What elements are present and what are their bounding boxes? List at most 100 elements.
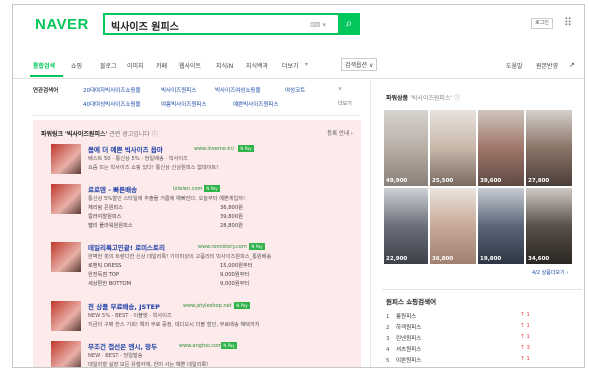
price-label[interactable]: 컬러야할원피스 — [88, 214, 121, 220]
ranking-item[interactable]: 2 하객원피스 ↑ 1 — [386, 323, 536, 331]
price-row[interactable]: 컬러야할원피스 39,800원 — [88, 213, 268, 220]
ad-url[interactable]: www.jstyleshop.net — [183, 303, 232, 309]
tab-blog[interactable]: 블로그 — [100, 61, 117, 70]
ad-item[interactable]: 전 상품 무료배송, JSTEP www.jstyleshop.net N Pa… — [51, 301, 351, 335]
ad-url[interactable]: www.loveme.kr/ — [194, 146, 234, 152]
related-link[interactable]: 40대여성빅사이즈쇼핑몰 — [83, 100, 141, 108]
tab-all[interactable]: 통합검색 — [33, 61, 55, 70]
keyboard-icon[interactable]: ⌨ ▾ — [310, 21, 326, 29]
search-nav: 통합검색 쇼핑 블로그 이미지 카페 웹사이트 지식iN 지식백과 더보기 ▾ … — [13, 45, 584, 79]
rank-change: ↑ 1 — [520, 334, 530, 340]
ad-item[interactable]: 로로덴 - 빠른배송 lotelen.com N Pay 통신상 5%할인 스타… — [51, 184, 351, 234]
ad-url[interactable]: lotelen.com — [173, 186, 202, 192]
product-tile[interactable]: 25,500 — [430, 110, 476, 186]
ad-url[interactable]: www.romistory.com — [198, 244, 247, 250]
ad-item[interactable]: 무조건 접선은 엔시, 망두 www.angtoo.com N Pay NEW … — [51, 341, 351, 368]
product-price: 27,800 — [528, 178, 550, 184]
search-input[interactable]: 빅사이즈 원피스 ⌨ ▾ — [103, 13, 340, 35]
info-icon[interactable]: ⓘ — [454, 95, 460, 102]
ad-title[interactable]: 데일리룩고민끝! 로미스토리 — [88, 242, 165, 252]
ad-thumbnail[interactable] — [51, 184, 81, 214]
price-row[interactable]: 로맨틱 DRESS 15,000원부터 — [88, 262, 268, 269]
search-options-button[interactable]: 검색옵션 ∨ — [341, 58, 378, 71]
tab-website[interactable]: 웹사이트 — [179, 61, 201, 70]
product-tile[interactable]: 22,900 — [384, 188, 428, 264]
price-label[interactable]: 로맨틱 DRESS — [88, 263, 121, 269]
price-row[interactable]: 완전독점 TOP 9,000원부터 — [88, 271, 268, 278]
naver-logo[interactable]: NAVER — [35, 16, 89, 33]
ad-register-link[interactable]: 등록 안내 › — [327, 129, 353, 137]
product-tile[interactable]: 34,600 — [526, 188, 572, 264]
share-icon[interactable]: ↗ — [569, 61, 575, 69]
tab-more[interactable]: 더보기 — [282, 61, 299, 70]
ad-line: NEW 5% · BEST · 이블벳 · 빅사이즈 — [88, 313, 172, 319]
rank-number: 3 — [386, 336, 390, 342]
ad-title[interactable]: 전 상품 무료배송, JSTEP — [88, 301, 160, 311]
rank-keyword[interactable]: 린넨원피스 — [396, 336, 421, 342]
price-row[interactable]: 세상편한 BOTTOM 9,000원부터 — [88, 280, 268, 287]
powerlink-query: '빅사이즈원피스' — [65, 131, 108, 138]
price-row[interactable]: 체리링 꼰원피스 36,800원 — [88, 204, 268, 211]
product-tile[interactable]: 39,600 — [478, 110, 524, 186]
power-products: 파워상품 '빅사이즈원피스' ⓘ 49,900 25,500 39,600 27… — [382, 84, 582, 278]
ad-item[interactable]: 데일리룩고민끝! 로미스토리 www.romistory.com N Pay 완… — [51, 242, 351, 292]
active-tab-indicator — [30, 75, 63, 77]
apps-grid-icon[interactable]: ⠿ — [564, 17, 572, 28]
ad-thumbnail[interactable] — [51, 301, 81, 331]
tab-encyclopedia[interactable]: 지식백과 — [246, 61, 268, 70]
rank-keyword[interactable]: 하객원피스 — [396, 325, 421, 331]
related-link[interactable]: 여름빅사이즈원피스 — [161, 100, 207, 108]
ad-line: 통신상 5%할인 스타일에 추출물 거름에 예뻐진다. 오늘부터 예쁜게입자! — [88, 196, 246, 202]
price-label[interactable]: 세상편한 BOTTOM — [88, 281, 131, 287]
price-row[interactable]: 밸리 플라워원원피스 28,800원 — [88, 222, 268, 229]
ranking-item[interactable]: 3 린넨원피스 ↑ 1 — [386, 334, 536, 342]
chevron-down-icon[interactable]: ∨ — [338, 86, 342, 92]
related-link[interactable]: 빅사이즈여성쇼핑몰 — [215, 86, 261, 94]
product-price: 25,500 — [432, 178, 454, 184]
ranking-item[interactable]: 4 셔츠원피스 ↑ 3 — [386, 345, 536, 353]
ad-line: 데일리할 실장 모든 유행자재, 찬미 사는 예쁜 데일리룩! — [88, 362, 209, 368]
price-label[interactable]: 밸리 플라워원원피스 — [88, 223, 133, 229]
ad-url[interactable]: www.angtoo.com — [179, 343, 222, 349]
search-button[interactable]: ⌕ — [338, 13, 360, 35]
related-link[interactable]: 여성코트 — [285, 86, 305, 94]
ad-item[interactable]: 몸에 더 예쁜 빅사이즈 옵마 www.loveme.kr/ N Pay 베스트… — [51, 144, 351, 178]
rank-keyword[interactable]: 롱원피스 — [396, 314, 416, 320]
ranking-item[interactable]: 1 롱원피스 ↑ 1 — [386, 312, 536, 320]
tab-images[interactable]: 이미지 — [127, 61, 144, 70]
ad-title[interactable]: 무조건 접선은 엔시, 망두 — [88, 341, 157, 351]
info-icon[interactable]: ⓘ — [152, 131, 158, 138]
npay-badge: N Pay — [221, 342, 237, 349]
product-price: 49,900 — [386, 178, 408, 184]
related-link[interactable]: 20대여자빅사이즈쇼핑몰 — [83, 86, 141, 94]
ad-thumbnail[interactable] — [51, 341, 81, 367]
chevron-down-icon[interactable]: ▾ — [305, 61, 308, 68]
product-tile[interactable]: 27,800 — [526, 110, 572, 186]
related-link[interactable]: 빅사이즈원피스 — [161, 86, 196, 94]
product-tile[interactable]: 19,800 — [478, 188, 524, 264]
search-query[interactable]: 빅사이즈 원피스 — [111, 18, 179, 33]
product-tile[interactable]: 36,800 — [430, 188, 476, 264]
feedback-link[interactable]: 원본반영 — [536, 61, 558, 70]
products-more-link[interactable]: 4/2 상품더보기 › — [532, 269, 568, 276]
related-link[interactable]: 예쁜빅사이즈원피스 — [233, 100, 279, 108]
rank-keyword[interactable]: 셔츠원피스 — [396, 347, 421, 353]
ad-title[interactable]: 로로덴 - 빠른배송 — [88, 184, 137, 194]
related-more[interactable]: 더보기 — [338, 100, 352, 107]
ad-thumbnail[interactable] — [51, 242, 81, 272]
related-title: 연관검색어 — [33, 88, 59, 94]
price-label[interactable]: 완전독점 TOP — [88, 272, 119, 278]
price-label[interactable]: 체리링 꼰원피스 — [88, 205, 123, 211]
ad-thumbnail[interactable] — [51, 144, 81, 174]
rank-keyword[interactable]: 이쁜원피스 — [396, 358, 421, 364]
product-tile[interactable]: 49,900 — [384, 110, 428, 186]
tab-cafe[interactable]: 카페 — [156, 61, 167, 70]
login-button[interactable]: 로그인 — [531, 18, 553, 29]
help-link[interactable]: 도움말 — [506, 61, 523, 70]
ad-title[interactable]: 몸에 더 예쁜 빅사이즈 옵마 — [88, 144, 163, 154]
ranking-item[interactable]: 5 이쁜원피스 ↑ 1 — [386, 356, 536, 364]
price-value: 9,000원부터 — [220, 281, 250, 287]
tab-kin[interactable]: 지식iN — [216, 61, 233, 70]
product-price: 19,800 — [480, 256, 502, 262]
tab-shopping[interactable]: 쇼핑 — [71, 61, 82, 70]
